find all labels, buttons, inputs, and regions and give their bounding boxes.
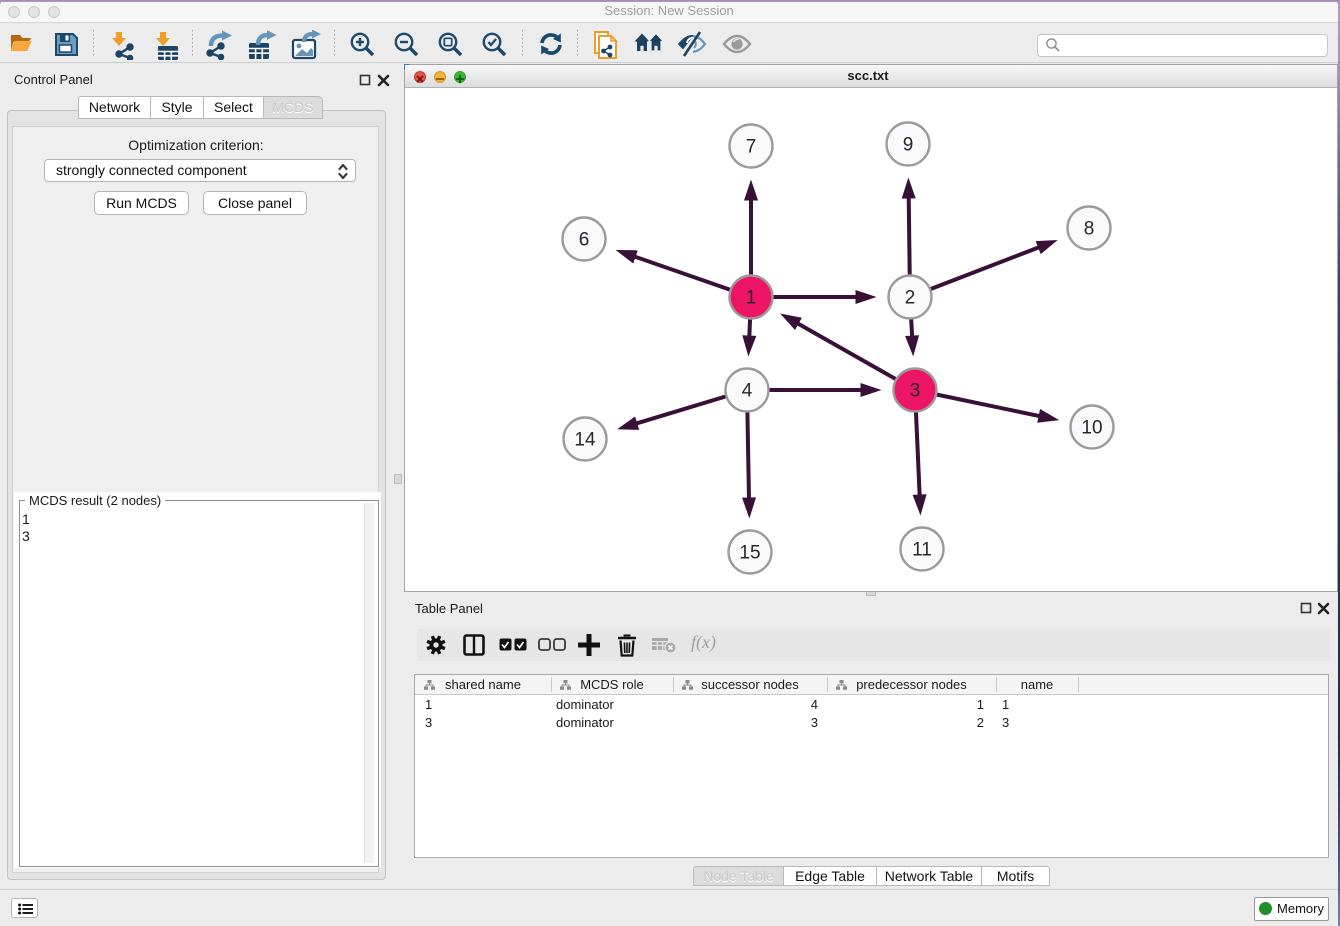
svg-text:8: 8 xyxy=(1084,219,1095,240)
svg-text:7: 7 xyxy=(746,137,757,158)
svg-text:6: 6 xyxy=(579,230,590,251)
svg-text:4: 4 xyxy=(742,381,753,402)
svg-text:14: 14 xyxy=(574,430,596,451)
svg-text:2: 2 xyxy=(905,288,916,309)
svg-text:1: 1 xyxy=(746,288,757,309)
svg-text:3: 3 xyxy=(910,381,921,402)
svg-text:10: 10 xyxy=(1081,418,1102,439)
svg-text:15: 15 xyxy=(739,543,760,564)
svg-text:9: 9 xyxy=(903,135,914,156)
svg-text:11: 11 xyxy=(912,540,932,561)
